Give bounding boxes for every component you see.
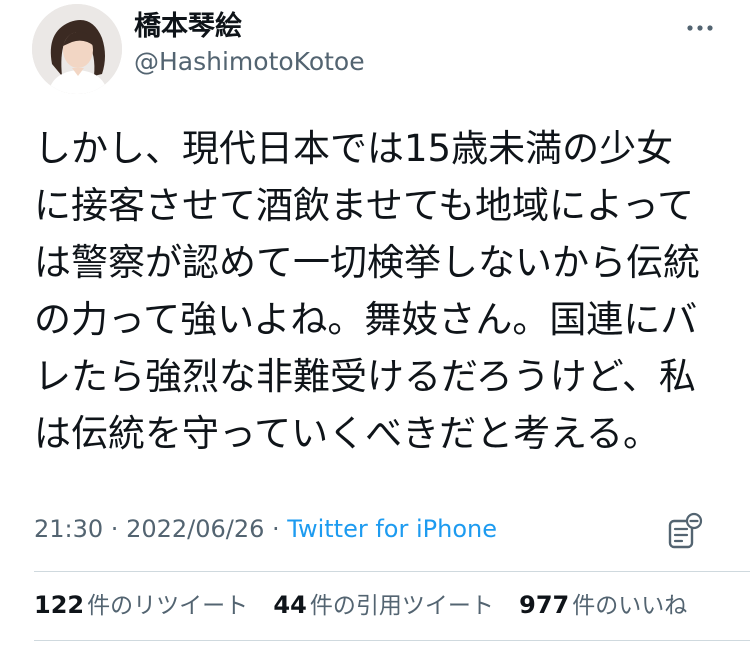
quote-tweets-stat[interactable]: 44 件の引用ツイート <box>273 591 494 619</box>
meta-separator: · <box>264 515 288 543</box>
quote-tweets-count: 44 <box>273 591 307 619</box>
tweet-line: の力って強いよね。舞妓さん。国連にバ <box>34 298 698 341</box>
more-icon[interactable] <box>680 14 720 42</box>
tweet-text: しかし、現代日本では15歳未満の少女 に接客させて酒飲ませても地域によって は警… <box>34 120 734 462</box>
meta-separator: · <box>103 515 127 543</box>
quote-tweets-label: 件の引用ツイート <box>309 593 494 619</box>
display-name[interactable]: 橋本琴絵 <box>134 10 242 44</box>
tweet-time[interactable]: 21:30 <box>34 515 103 543</box>
tweet-meta: 21:30 · 2022/06/26 · Twitter for iPhone <box>34 512 497 546</box>
tweet-date[interactable]: 2022/06/26 <box>126 515 264 543</box>
likes-label: 件のいいね <box>572 593 688 619</box>
divider <box>34 571 750 572</box>
user-handle[interactable]: @HashimotoKotoe <box>134 46 365 78</box>
tweet-line: は伝統を守っていくべきだと考える。 <box>34 412 661 455</box>
tweet-source-link[interactable]: Twitter for iPhone <box>287 515 497 543</box>
likes-stat[interactable]: 977 件のいいね <box>519 591 688 619</box>
divider <box>34 640 750 641</box>
retweets-stat[interactable]: 122 件のリツイート <box>34 591 249 619</box>
retweets-count: 122 <box>34 591 85 619</box>
tweet-line: は警察が認めて一切検挙しないから伝統 <box>34 241 700 284</box>
retweets-label: 件のリツイート <box>87 593 249 619</box>
analytics-icon[interactable] <box>665 512 705 552</box>
tweet-line: レたら強烈な非難受けるだろうけど、私 <box>34 355 696 398</box>
tweet-line: しかし、現代日本では15歳未満の少女 <box>34 127 674 170</box>
avatar[interactable] <box>32 4 122 94</box>
avatar-image <box>32 4 122 94</box>
tweet-line: に接客させて酒飲ませても地域によって <box>34 184 695 227</box>
likes-count: 977 <box>519 591 570 619</box>
tweet-stats: 122 件のリツイート 44 件の引用ツイート 977 件のいいね <box>34 588 705 623</box>
